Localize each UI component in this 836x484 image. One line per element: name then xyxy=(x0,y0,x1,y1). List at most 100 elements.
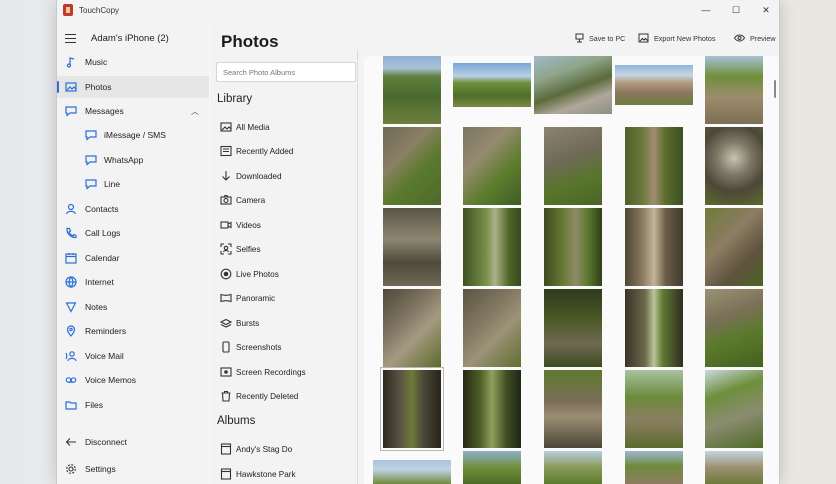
sidebar-item-call-logs[interactable]: Call Logs xyxy=(57,222,209,244)
export-new-photos-button[interactable]: Export New Photos xyxy=(638,33,716,43)
photo-thumbnail[interactable] xyxy=(463,208,521,286)
sidebar-item-label: Disconnect xyxy=(85,437,128,447)
panorama-icon xyxy=(220,292,232,304)
arrow-left-icon xyxy=(65,436,77,448)
sidebar-item-voice-memos[interactable]: Voice Memos xyxy=(57,369,209,391)
album-item-live-photos[interactable]: Live Photos xyxy=(210,263,364,285)
chevron-up-icon[interactable]: ︿ xyxy=(191,106,199,117)
notes-pen-icon xyxy=(65,301,77,313)
album-item-all-media[interactable]: All Media xyxy=(210,116,364,138)
sidebar-item-line[interactable]: Line xyxy=(57,173,209,195)
photo-thumbnail[interactable] xyxy=(463,289,521,367)
photo-thumbnail[interactable] xyxy=(544,127,602,205)
album-item-downloaded[interactable]: Downloaded xyxy=(210,165,364,187)
sidebar-item-calendar[interactable]: Calendar xyxy=(57,247,209,269)
sidebar-item-notes[interactable]: Notes xyxy=(57,296,209,318)
phone-screenshot-icon xyxy=(220,341,232,353)
preview-label: Preview xyxy=(750,33,776,43)
save-to-pc-button[interactable]: Save to PC xyxy=(575,33,625,43)
sidebar-item-label: Internet xyxy=(85,277,114,287)
photo-thumbnail[interactable] xyxy=(453,63,531,107)
album-item-label: Selfies xyxy=(236,244,261,254)
live-photo-icon xyxy=(220,268,232,280)
photo-thumbnail[interactable] xyxy=(534,56,612,114)
photo-thumbnail[interactable] xyxy=(544,289,602,367)
photo-thumbnail[interactable] xyxy=(463,370,521,448)
hamburger-menu-icon[interactable] xyxy=(65,33,77,43)
photo-thumbnail[interactable] xyxy=(544,370,602,448)
sidebar-item-label: Settings xyxy=(85,464,116,474)
album-item-label: Live Photos xyxy=(236,269,279,279)
location-pin-icon xyxy=(65,325,77,337)
album-item-recently-added[interactable]: Recently Added xyxy=(210,140,364,162)
sidebar-item-label: Contacts xyxy=(85,204,119,214)
album-item-label: Screenshots xyxy=(236,342,282,352)
photo-thumbnail[interactable] xyxy=(625,127,683,205)
album-item-panoramic[interactable]: Panoramic xyxy=(210,287,364,309)
album-item-label: Recently Added xyxy=(236,146,294,156)
album-item-hawkstone-park[interactable]: Hawkstone Park xyxy=(210,463,364,484)
album-item-recently-deleted[interactable]: Recently Deleted xyxy=(210,385,364,407)
album-item-screen-recordings[interactable]: Screen Recordings xyxy=(210,361,364,383)
sidebar-item-reminders[interactable]: Reminders xyxy=(57,320,209,342)
photo-thumbnail[interactable] xyxy=(705,127,763,205)
maximize-button[interactable]: ☐ xyxy=(721,0,751,20)
sidebar-item-contacts[interactable]: Contacts xyxy=(57,198,209,220)
photo-thumbnail[interactable] xyxy=(625,289,683,367)
sidebar-item-label: Photos xyxy=(85,82,112,92)
album-item-andys-stag-do[interactable]: Andy's Stag Do xyxy=(210,438,364,460)
photo-thumbnail[interactable] xyxy=(383,56,441,124)
recently-added-icon xyxy=(220,145,232,157)
minimize-button[interactable]: — xyxy=(691,0,721,20)
sidebar-item-voice-mail[interactable]: Voice Mail xyxy=(57,345,209,367)
album-icon xyxy=(220,443,232,455)
sidebar-item-photos[interactable]: Photos xyxy=(57,76,209,98)
photo-thumbnail[interactable] xyxy=(625,451,683,484)
close-button[interactable]: ✕ xyxy=(751,0,779,20)
album-item-screenshots[interactable]: Screenshots xyxy=(210,336,364,358)
photo-thumbnail[interactable] xyxy=(544,451,602,484)
save-to-pc-icon xyxy=(575,33,584,43)
sidebar-item-imessage[interactable]: iMessage / SMS xyxy=(57,124,209,146)
sidebar-item-settings[interactable]: Settings xyxy=(57,458,209,480)
sidebar-item-label: Files xyxy=(85,400,103,410)
photo-thumbnail[interactable] xyxy=(544,208,602,286)
calendar-icon xyxy=(65,252,77,264)
app-logo-icon xyxy=(63,4,73,16)
sidebar-item-label: Call Logs xyxy=(85,228,121,238)
photo-thumbnail[interactable] xyxy=(615,65,693,105)
photo-thumbnail[interactable] xyxy=(705,208,763,286)
photo-icon xyxy=(220,121,232,133)
photo-thumbnail[interactable] xyxy=(463,451,521,484)
sidebar-item-messages[interactable]: Messages ︿ xyxy=(57,100,209,122)
camera-icon xyxy=(220,194,232,206)
photo-thumbnail[interactable] xyxy=(373,460,451,484)
album-icon xyxy=(220,468,232,480)
album-item-camera[interactable]: Camera xyxy=(210,189,364,211)
preview-button[interactable]: Preview xyxy=(734,33,776,43)
photo-thumbnail[interactable] xyxy=(383,289,441,367)
grid-scrollbar[interactable] xyxy=(774,80,776,98)
search-albums-input[interactable]: Search Photo Albums xyxy=(216,62,356,82)
photo-thumbnail[interactable] xyxy=(625,370,683,448)
photo-thumbnail[interactable] xyxy=(383,127,441,205)
album-item-selfies[interactable]: Selfies xyxy=(210,238,364,260)
photo-thumbnail-selected[interactable] xyxy=(380,367,444,451)
sidebar-item-disconnect[interactable]: Disconnect xyxy=(57,431,209,453)
sidebar-item-files[interactable]: Files xyxy=(57,394,209,416)
photo-thumbnail[interactable] xyxy=(705,451,763,484)
message-bubble-icon xyxy=(85,154,97,166)
photo-thumbnail[interactable] xyxy=(625,208,683,286)
app-title: TouchCopy xyxy=(79,5,120,15)
photo-thumbnail[interactable] xyxy=(705,370,763,448)
album-item-bursts[interactable]: Bursts xyxy=(210,312,364,334)
photo-thumbnail[interactable] xyxy=(705,56,763,124)
sidebar-item-internet[interactable]: Internet xyxy=(57,271,209,293)
photo-thumbnail[interactable] xyxy=(463,127,521,205)
album-item-videos[interactable]: Videos xyxy=(210,214,364,236)
photo-thumbnail[interactable] xyxy=(705,289,763,367)
sidebar-item-music[interactable]: Music xyxy=(57,51,209,73)
export-new-photos-label: Export New Photos xyxy=(654,33,716,43)
photo-thumbnail[interactable] xyxy=(383,208,441,286)
sidebar-item-whatsapp[interactable]: WhatsApp xyxy=(57,149,209,171)
